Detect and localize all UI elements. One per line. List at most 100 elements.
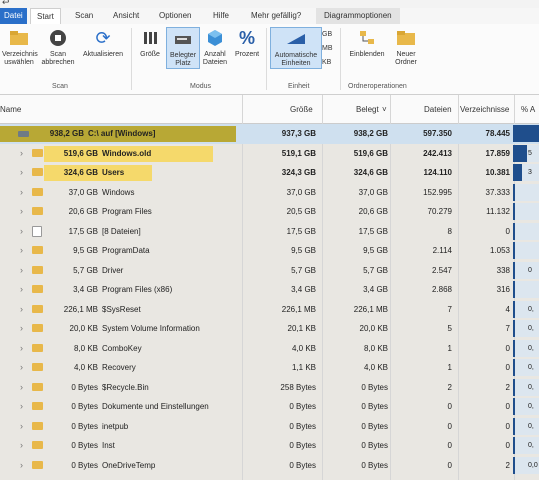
auto-units-button[interactable]: Automatische Einheiten <box>270 27 322 69</box>
expand-chevron-icon[interactable]: › <box>20 382 23 392</box>
percent-fill <box>513 378 515 396</box>
table-row[interactable]: › 226,1 MB $SysReset 226,1 MB 226,1 MB 7 4 0, <box>0 300 539 320</box>
unit-gb-button[interactable]: GB <box>322 28 333 42</box>
table-row[interactable]: › 0 Bytes $Recycle.Bin 258 Bytes 0 Bytes 2 2 0, <box>0 378 539 398</box>
expand-chevron-icon[interactable]: › <box>20 265 23 275</box>
row-name[interactable]: Dokumente und Einstellungen <box>102 402 209 411</box>
percent-text: 0, <box>528 364 534 371</box>
table-row[interactable]: › 0 Bytes inetpub 0 Bytes 0 Bytes 0 0 0, <box>0 417 539 437</box>
row-name[interactable]: inetpub <box>102 422 128 431</box>
table-row[interactable]: › 8,0 KB ComboKey 4,0 KB 8,0 KB 1 0 0, <box>0 339 539 359</box>
new-folder-button[interactable]: Neuer Ordner <box>392 27 420 67</box>
row-name[interactable]: Program Files <box>102 207 152 216</box>
table-row[interactable]: › 324,6 GB Users 324,3 GB 324,6 GB 124.110 10.… <box>0 163 539 183</box>
table-row[interactable]: › 17,5 GB [8 Dateien] 17,5 GB 17,5 GB 8 0 <box>0 222 539 242</box>
row-name[interactable]: OneDriveTemp <box>102 461 155 470</box>
row-size: 4,0 KB <box>291 343 316 353</box>
table-row[interactable]: › 37,0 GB Windows 37,0 GB 37,0 GB 152.995 37.3… <box>0 183 539 203</box>
tab-file[interactable]: Datei <box>0 8 27 24</box>
tab-more[interactable]: Mehr gefällig? <box>251 8 301 24</box>
table-row[interactable]: › 3,4 GB Program Files (x86) 3,4 GB 3,4 GB 2.… <box>0 280 539 300</box>
row-name[interactable]: ComboKey <box>102 344 142 353</box>
table-row[interactable]: › 0 Bytes OneDriveTemp 0 Bytes 0 Bytes 0 2 0,0 <box>0 456 539 476</box>
expand-chevron-icon[interactable]: › <box>20 304 23 314</box>
row-name[interactable]: Windows.old <box>102 149 151 158</box>
percent-fill <box>513 437 515 454</box>
tab-chart-options[interactable]: Diagrammoptionen <box>316 8 400 24</box>
percent-button[interactable]: % Prozent <box>232 27 262 59</box>
table-row[interactable]: › 9,5 GB ProgramData 9,5 GB 9,5 GB 2.114 1.053 <box>0 241 539 261</box>
row-allocated: 0 Bytes <box>361 421 388 431</box>
row-name[interactable]: [8 Dateien] <box>102 227 141 236</box>
expand-chevron-icon[interactable]: › <box>20 460 23 470</box>
row-name[interactable]: C:\ auf [Windows] <box>88 129 155 138</box>
percent-fill <box>513 320 515 337</box>
col-percent[interactable]: % A <box>521 105 535 114</box>
row-name[interactable]: Recovery <box>102 363 136 372</box>
expand-chevron-icon[interactable]: › <box>20 187 23 197</box>
row-size: 324,3 GB <box>281 168 316 177</box>
scan-label: Scan <box>50 51 66 58</box>
row-name[interactable]: Inst <box>102 441 115 450</box>
row-size: 3,4 GB <box>291 285 316 294</box>
table-row[interactable]: › 0 Bytes Dokumente und Einstellungen 0 Byt… <box>0 397 539 417</box>
row-folders: 37.333 <box>485 187 510 197</box>
tab-options[interactable]: Optionen <box>159 8 191 24</box>
row-allocated: 9,5 GB <box>363 246 388 255</box>
expand-chevron-icon[interactable]: › <box>20 421 23 431</box>
expand-chevron-icon[interactable]: › <box>20 206 23 216</box>
row-name[interactable]: Driver <box>102 266 123 275</box>
row-folders: 316 <box>496 285 510 294</box>
expand-chevron-icon[interactable]: › <box>20 401 23 411</box>
col-name[interactable]: Name <box>0 105 21 114</box>
file-count-button[interactable]: Anzahl Dateien <box>201 27 229 67</box>
expand-chevron-icon[interactable]: › <box>20 362 23 372</box>
tab-scan[interactable]: Scan <box>75 8 93 24</box>
expand-chevron-icon[interactable]: › <box>20 167 23 177</box>
table-row[interactable]: ›938,2 GBC:\ auf [Windows]937,3 GB938,2 … <box>0 124 539 144</box>
table-row[interactable]: › 519,6 GB Windows.old 519,1 GB 519,6 GB 242.… <box>0 144 539 164</box>
col-allocated[interactable]: Belegt <box>356 105 379 114</box>
tab-start[interactable]: Start <box>30 8 61 25</box>
table-row[interactable]: › 5,7 GB Driver 5,7 GB 5,7 GB 2.547 338 0 <box>0 261 539 281</box>
abort-label: abbrechen <box>41 59 75 66</box>
row-folders: 17.859 <box>485 148 510 158</box>
refresh-button[interactable]: ⟳ Aktualisieren <box>80 27 126 59</box>
size-mode-button[interactable]: Größe <box>136 27 164 59</box>
undo-icon[interactable]: ↩ <box>2 0 10 8</box>
row-name[interactable]: Windows <box>102 188 134 197</box>
percent-bar <box>513 281 539 298</box>
table-row[interactable]: › 20,6 GB Program Files 20,5 GB 20,6 GB 70.27… <box>0 202 539 222</box>
percent-text: 0, <box>528 422 534 430</box>
row-name[interactable]: $SysReset <box>102 305 141 314</box>
table-row[interactable]: › 20,0 KB System Volume Information 20,1 KB… <box>0 319 539 339</box>
col-files[interactable]: Dateien <box>424 105 452 114</box>
percent-fill <box>513 261 515 279</box>
col-folders[interactable]: Verzeichnisse <box>460 105 509 114</box>
unit-mb-button[interactable]: MB <box>322 42 333 56</box>
expand-chevron-icon[interactable]: › <box>20 440 23 450</box>
row-name[interactable]: System Volume Information <box>102 324 200 333</box>
expand-chevron-icon[interactable]: › <box>20 323 23 333</box>
tab-help[interactable]: Hilfe <box>213 8 229 24</box>
tab-view[interactable]: Ansicht <box>113 8 139 24</box>
expand-chevron-icon[interactable]: › <box>20 343 23 353</box>
row-name[interactable]: Users <box>102 168 124 177</box>
col-size[interactable]: Größe <box>290 105 313 114</box>
row-name[interactable]: $Recycle.Bin <box>102 383 149 392</box>
expand-chevron-icon[interactable]: › <box>20 148 23 158</box>
unit-kb-button[interactable]: KB <box>322 56 333 70</box>
disk-icon <box>172 28 194 50</box>
select-directory-button[interactable]: Verzeichnis uswählen <box>2 27 38 67</box>
allocated-mode-button[interactable]: Belegter Platz <box>166 27 200 69</box>
stop-scan-button[interactable]: Scan abbrechen <box>40 27 76 67</box>
expand-chevron-icon[interactable]: › <box>20 245 23 255</box>
fold-in-button[interactable]: Einblenden <box>345 27 389 59</box>
table-row[interactable]: › 0 Bytes Inst 0 Bytes 0 Bytes 0 0 0, <box>0 436 539 456</box>
sort-desc-icon[interactable]: ˅ <box>382 105 387 114</box>
row-name[interactable]: ProgramData <box>102 246 150 255</box>
expand-chevron-icon[interactable]: › <box>20 284 23 294</box>
expand-chevron-icon[interactable]: › <box>20 226 23 236</box>
row-name[interactable]: Program Files (x86) <box>102 285 172 294</box>
table-row[interactable]: › 4,0 KB Recovery 1,1 KB 4,0 KB 1 0 0, <box>0 358 539 378</box>
